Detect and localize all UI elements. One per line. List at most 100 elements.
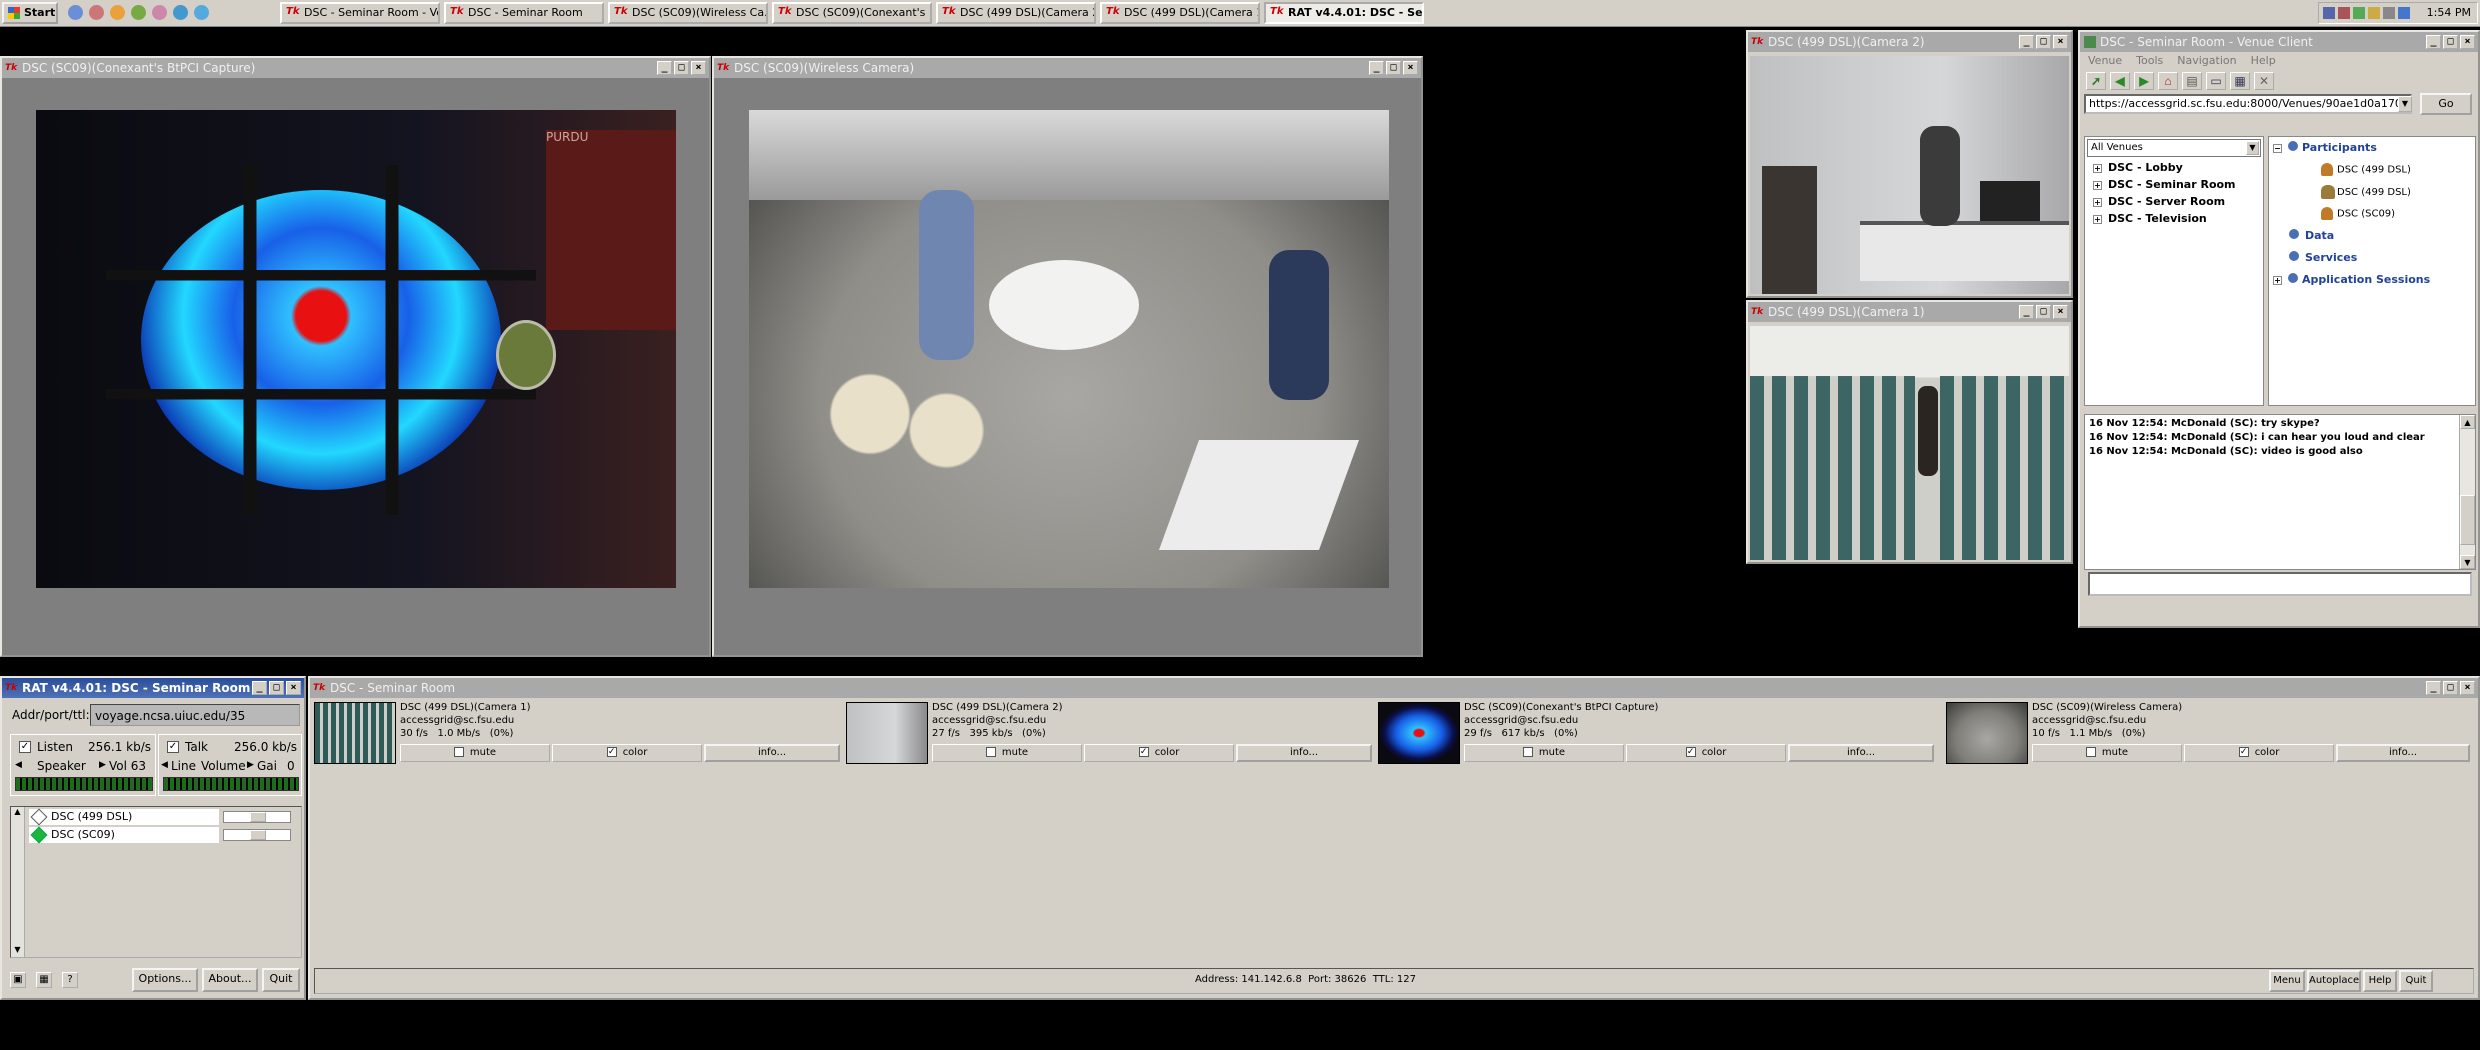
mute-control[interactable]: mute [1464,744,1624,762]
tree-data[interactable]: Data [2289,229,2334,242]
maximize-button[interactable]: □ [1386,61,1401,75]
color-control[interactable]: ✓ color [1626,744,1786,762]
menu-venue[interactable]: Venue [2088,52,2122,70]
stream-thumbnail[interactable] [314,702,396,764]
minimize-button[interactable]: _ [252,681,267,695]
minimize-button[interactable]: _ [657,61,672,75]
tree-app-sessions[interactable]: + Application Sessions [2273,273,2430,286]
close-button[interactable]: × [2460,681,2475,695]
enter-venue-icon[interactable]: ➚ [2086,72,2106,90]
task-button[interactable]: Tk DSC - Seminar Room - Ve... [280,2,440,24]
menu-navigation[interactable]: Navigation [2177,52,2236,70]
forward-arrow-icon[interactable]: ▶ [2134,72,2154,90]
options-button[interactable]: Options... [132,968,198,992]
title-bar[interactable]: Tk DSC (SC09)(Wireless Camera) _ □ × [714,58,1421,78]
menu-help[interactable]: Help [2251,52,2276,70]
title-bar[interactable]: DSC - Seminar Room - Venue Client _ □ × [2080,32,2478,52]
quicklaunch-icon[interactable] [89,5,104,20]
close-button[interactable]: × [2053,305,2068,319]
scroll-down-icon[interactable]: ▼ [11,945,24,957]
menu-tools[interactable]: Tools [2136,52,2163,70]
close-button[interactable]: × [691,61,706,75]
maximize-button[interactable]: □ [269,681,284,695]
talk-checkbox[interactable]: ✓ [167,741,179,753]
title-bar[interactable]: Tk DSC (499 DSL)(Camera 1) _ □ × [1748,302,2071,322]
participant-scrollbar[interactable]: ▲ ▼ [11,807,25,957]
venue-item[interactable]: + DSC - Lobby [2085,159,2263,176]
speaker-next-icon[interactable]: ▶ [99,760,106,770]
quicklaunch-icon[interactable] [131,5,146,20]
stream-thumbnail[interactable] [1378,702,1460,764]
tree-services[interactable]: Services [2289,251,2357,264]
mute-control[interactable]: mute [400,744,550,762]
tree-participants[interactable]: − Participants [2273,141,2377,154]
about-button[interactable]: About... [202,968,258,992]
close-button[interactable]: × [2053,35,2068,49]
venue-item[interactable]: + DSC - Television [2085,210,2263,227]
grid-icon[interactable]: ▦ [36,972,52,988]
color-checkbox[interactable]: ✓ [606,747,617,757]
participant-volume-slider[interactable] [223,829,291,841]
document-icon[interactable]: ▤ [2182,72,2202,90]
color-checkbox[interactable]: ✓ [1685,747,1696,757]
close-button[interactable]: × [2460,35,2475,49]
venue-item[interactable]: + DSC - Server Room [2085,193,2263,210]
color-control[interactable]: ✓ color [2184,744,2334,762]
quicklaunch-icon[interactable] [173,5,188,20]
participant-volume-slider[interactable] [223,811,291,823]
info-button[interactable]: info... [1236,744,1372,762]
task-button[interactable]: Tk DSC - Seminar Room [444,2,604,24]
expand-icon[interactable]: + [2093,198,2102,207]
network-icon[interactable]: ▦ [2230,72,2250,90]
participant-item[interactable]: DSC (499 DSL) [2321,185,2411,199]
listen-checkbox[interactable]: ✓ [19,741,31,753]
participant-item[interactable]: DSC (SC09) [2321,207,2395,220]
minimize-button[interactable]: _ [2019,305,2034,319]
scroll-up-icon[interactable]: ▲ [11,807,24,819]
slider-handle[interactable] [250,812,266,822]
participant-row[interactable]: DSC (499 DSL) [29,808,219,826]
autoplace-button[interactable]: Autoplace [2307,970,2361,992]
help-button[interactable]: Help [2363,970,2397,992]
color-control[interactable]: ✓ color [1084,744,1234,762]
title-bar[interactable]: Tk DSC - Seminar Room _ □ × [310,678,2478,698]
chat-scrollbar[interactable]: ▲ ▼ [2459,415,2475,569]
go-button[interactable]: Go [2420,93,2472,115]
menu-button[interactable]: Menu [2269,970,2305,992]
info-button[interactable]: info... [704,744,840,762]
minimize-button[interactable]: _ [2426,681,2441,695]
quicklaunch-icon[interactable] [68,5,83,20]
maximize-button[interactable]: □ [2036,305,2051,319]
scroll-thumb[interactable] [2460,495,2475,545]
scroll-up-icon[interactable]: ▲ [2460,415,2475,429]
expand-icon[interactable]: + [2093,181,2102,190]
expand-icon[interactable]: + [2093,164,2102,173]
mute-control[interactable]: mute [2032,744,2182,762]
chat-input[interactable] [2088,572,2472,596]
quicklaunch-icon[interactable] [194,5,209,20]
title-bar[interactable]: Tk DSC (SC09)(Conexant's BtPCI Capture) … [2,58,709,78]
stream-thumbnail[interactable] [1946,702,2028,764]
url-dropdown-button[interactable]: ▼ [2398,96,2412,112]
maximize-button[interactable]: □ [2443,35,2458,49]
mute-control[interactable]: mute [932,744,1082,762]
quicklaunch-icon[interactable] [110,5,125,20]
scroll-down-icon[interactable]: ▼ [2460,555,2475,569]
quicklaunch-icon[interactable] [152,5,167,20]
color-checkbox[interactable]: ✓ [1138,747,1149,757]
title-bar[interactable]: Tk DSC (499 DSL)(Camera 2) _ □ × [1748,32,2071,52]
collapse-icon[interactable]: − [2273,144,2282,153]
task-button[interactable]: Tk DSC (SC09)(Conexant's ... [772,2,932,24]
info-button[interactable]: info... [1788,744,1934,762]
task-button-active[interactable]: Tk RAT v4.4.01: DSC - Se... [1264,2,1424,24]
color-control[interactable]: ✓ color [552,744,702,762]
tray-icons[interactable] [2323,7,2410,19]
stream-thumbnail[interactable] [846,702,928,764]
tools-icon[interactable]: ✕ [2254,72,2274,90]
maximize-button[interactable]: □ [2036,35,2051,49]
mute-checkbox[interactable] [2085,747,2096,757]
venue-item[interactable]: + DSC - Seminar Room [2085,176,2263,193]
venue-filter-select[interactable]: All Venues ▼ [2087,139,2261,157]
mute-checkbox[interactable] [453,747,464,757]
participant-item[interactable]: DSC (499 DSL) [2321,163,2411,176]
